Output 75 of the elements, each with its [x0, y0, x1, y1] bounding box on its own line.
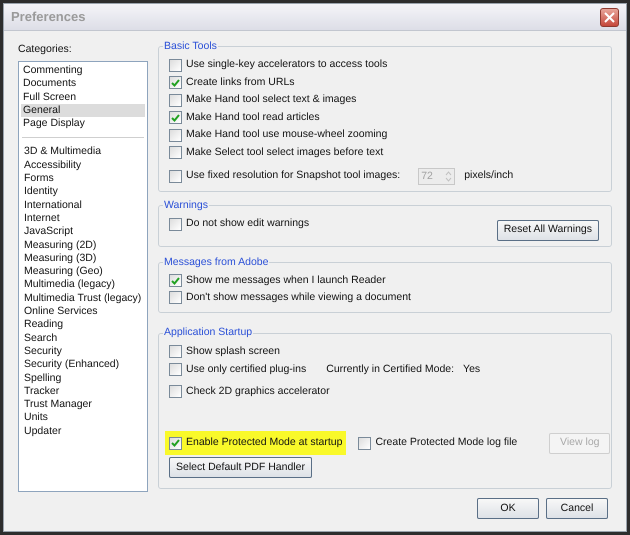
- checkbox[interactable]: Use single-key accelerators to access tools: [169, 56, 601, 74]
- category-item[interactable]: Online Services: [22, 305, 144, 318]
- category-item[interactable]: Internet: [22, 212, 144, 226]
- categories-label: Categories:: [18, 42, 73, 58]
- category-item[interactable]: Search: [22, 332, 144, 345]
- category-item[interactable]: Commenting: [21, 64, 145, 78]
- unit-label: pixels/inch: [464, 168, 514, 184]
- check-icon: [171, 276, 180, 285]
- spinner-arrows-icon: [443, 168, 454, 184]
- checkbox[interactable]: Don't show messages while viewing a document: [169, 289, 601, 306]
- push-button[interactable]: Select Default PDF Handler: [169, 457, 312, 478]
- checkbox[interactable]: Use only certified plug-ins: [169, 361, 310, 378]
- checkbox-box[interactable]: [169, 345, 182, 358]
- category-item[interactable]: Units: [22, 411, 144, 425]
- category-item[interactable]: Forms: [22, 172, 144, 186]
- checkbox-box[interactable]: [169, 218, 182, 230]
- category-item[interactable]: Tracker: [22, 384, 144, 398]
- category-item[interactable]: Trust Manager: [22, 398, 144, 412]
- push-button[interactable]: OK: [477, 498, 539, 519]
- group-title: Basic Tools: [163, 39, 218, 54]
- status-label: Currently in Certified Mode:: [326, 362, 454, 377]
- checkbox[interactable]: Make Hand tool use mouse-wheel zooming: [169, 126, 601, 144]
- category-item[interactable]: Spelling: [22, 372, 144, 385]
- checkbox-box[interactable]: [169, 291, 182, 304]
- category-item[interactable]: Measuring (3D): [22, 252, 144, 266]
- checkbox-box[interactable]: [169, 363, 182, 376]
- category-item[interactable]: Reading: [22, 318, 144, 332]
- checkbox-box[interactable]: [358, 436, 372, 450]
- status-value: Yes: [463, 362, 480, 377]
- checkbox[interactable]: Create links from URLs: [169, 74, 601, 92]
- checkbox[interactable]: Check 2D graphics accelerator: [169, 383, 601, 400]
- checkbox[interactable]: Make Hand tool select text & images: [169, 92, 601, 109]
- checkbox-box[interactable]: [169, 58, 182, 72]
- check-icon: [171, 78, 180, 87]
- checkbox-box[interactable]: [169, 128, 182, 142]
- category-item[interactable]: Documents: [21, 77, 145, 91]
- category-item[interactable]: International: [22, 198, 144, 212]
- group-title: Messages from Adobe: [163, 254, 270, 270]
- check-icon: [171, 114, 180, 122]
- checkbox[interactable]: Make Select tool select images before text: [169, 144, 601, 162]
- category-item[interactable]: Multimedia (legacy): [22, 278, 144, 292]
- check-icon: [171, 439, 180, 447]
- category-item[interactable]: Security: [22, 344, 144, 358]
- checkbox-box[interactable]: [169, 94, 182, 107]
- category-item[interactable]: Accessibility: [22, 158, 144, 172]
- checkbox-box[interactable]: [169, 274, 182, 288]
- checkbox-box[interactable]: [169, 146, 182, 160]
- category-item[interactable]: Security (Enhanced): [22, 358, 144, 372]
- group-title: Warnings: [163, 198, 209, 213]
- category-item[interactable]: Page Display: [21, 117, 145, 130]
- category-item[interactable]: General: [21, 104, 145, 118]
- category-item[interactable]: Full Screen: [21, 90, 145, 104]
- close-icon: [604, 12, 615, 22]
- category-item[interactable]: Updater: [22, 424, 144, 438]
- window-title: Preferences: [11, 8, 86, 26]
- checkbox-box[interactable]: [169, 111, 182, 124]
- checkbox[interactable]: Create Protected Mode log file: [358, 434, 522, 452]
- category-item[interactable]: Multimedia Trust (legacy): [22, 292, 144, 306]
- checkbox-box[interactable]: [169, 76, 182, 90]
- spinner-value: 72: [420, 168, 434, 184]
- group-title: Application Startup: [163, 325, 254, 340]
- checkbox[interactable]: Do not show edit warnings: [169, 216, 314, 232]
- checkbox[interactable]: Make Hand tool read articles: [169, 109, 601, 126]
- checkbox-box[interactable]: [169, 436, 182, 450]
- category-item[interactable]: JavaScript: [22, 225, 144, 239]
- category-item[interactable]: 3D & Multimedia: [22, 145, 144, 159]
- checkbox[interactable]: Show me messages when I launch Reader: [169, 272, 601, 290]
- checkbox-box[interactable]: [169, 385, 182, 398]
- category-item[interactable]: Identity: [22, 185, 144, 199]
- close-button[interactable]: [600, 8, 619, 26]
- push-button[interactable]: Reset All Warnings: [496, 220, 599, 240]
- checkbox[interactable]: Show splash screen: [169, 343, 601, 360]
- category-item[interactable]: Measuring (Geo): [22, 265, 144, 278]
- push-button[interactable]: Cancel: [546, 498, 608, 519]
- category-item[interactable]: Measuring (2D): [22, 238, 144, 252]
